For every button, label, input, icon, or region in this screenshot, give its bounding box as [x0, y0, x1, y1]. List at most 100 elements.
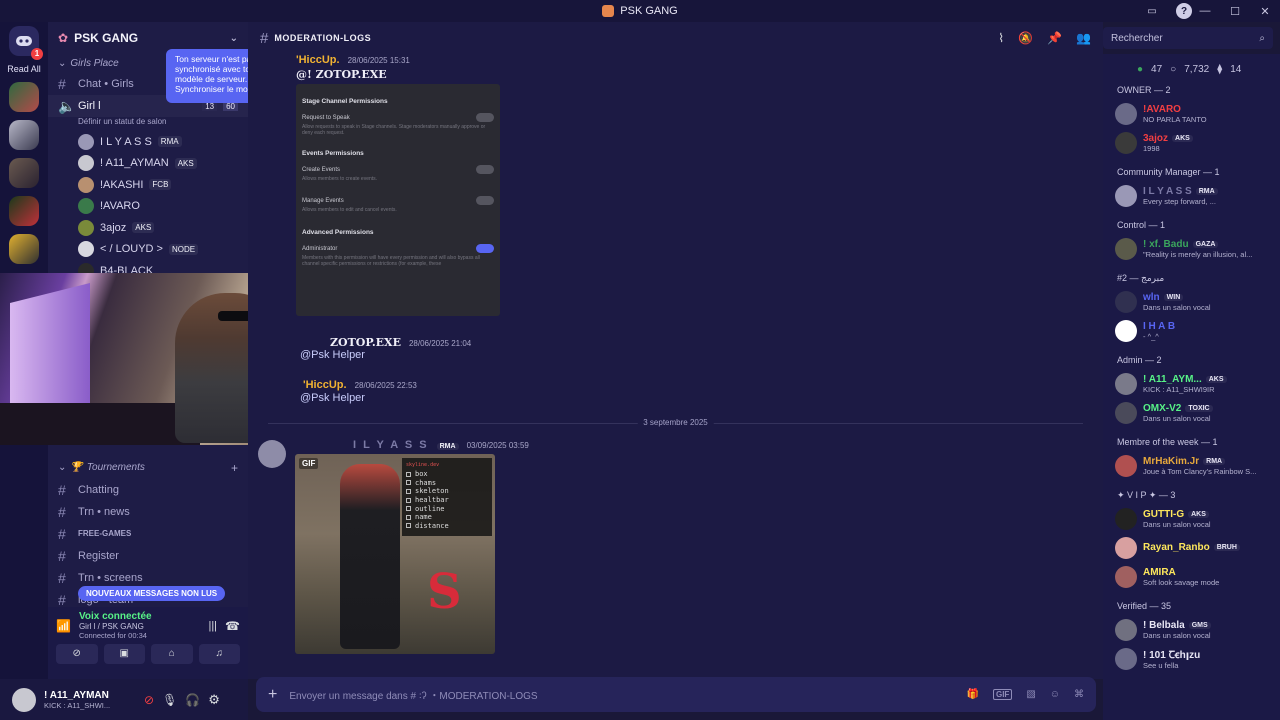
member-status: Joue à Tom Clancy's Rainbow S...	[1143, 466, 1257, 476]
attach-plus-icon[interactable]: +	[268, 686, 277, 704]
message[interactable]: I L Y A S S RMA 03/09/2025 03:59	[353, 439, 529, 451]
channel-register[interactable]: # Register	[48, 545, 248, 567]
server-icon-1[interactable]	[9, 82, 39, 112]
activities-button[interactable]: ⌂	[151, 644, 193, 664]
member-name: 3ajoz	[1143, 132, 1169, 144]
mention[interactable]: @Psk Helper	[300, 392, 365, 404]
gif-icon[interactable]: GIF	[992, 689, 1013, 700]
member-row[interactable]: I L Y A S S RMA Every step forward, ...	[1103, 181, 1280, 210]
pin-icon[interactable]: 📌	[1047, 31, 1062, 45]
message[interactable]: 'HiccUp. 28/06/2025 15:31	[296, 54, 410, 66]
sticker-icon[interactable]: ▧	[1026, 689, 1035, 700]
voice-member[interactable]: ! A11_AYMAN AKS	[48, 153, 248, 175]
member-tag: AKS	[1205, 375, 1227, 383]
threads-icon[interactable]: ⌇	[998, 31, 1004, 45]
mention[interactable]: @! ZOTOP.EXE	[296, 68, 387, 81]
category-tournements[interactable]: ⌄ 🏆 Tournements +	[48, 457, 248, 479]
member-list-icon[interactable]: 👥	[1076, 31, 1091, 45]
server-stats: ● 47 ○ 7,732 ⧫ 14	[1103, 54, 1280, 75]
screen-share-button[interactable]: ▣	[103, 644, 145, 664]
member-row[interactable]: wln WIN Dans un salon vocal	[1103, 287, 1280, 316]
chevron-down-icon: ⌄	[229, 32, 238, 44]
member-row[interactable]: 3ajoz AKS 1998	[1103, 128, 1280, 157]
member-row[interactable]: ! Belbala GMS Dans un salon vocal	[1103, 615, 1280, 644]
member-row[interactable]: I H A B- ^_^	[1103, 316, 1280, 345]
maximize-button[interactable]: ☐	[1220, 5, 1250, 18]
voice-channel-name[interactable]: Girl l / PSK GANG	[79, 622, 152, 631]
member-row[interactable]: OMX-V2 TOXIC Dans un salon vocal	[1103, 398, 1280, 427]
author-avatar[interactable]	[258, 440, 286, 468]
channel-trn-news[interactable]: # Trn • news	[48, 501, 248, 523]
member-row[interactable]: GUTTI-G AKS Dans un salon vocal	[1103, 504, 1280, 533]
avatar	[1115, 401, 1137, 424]
server-icon-3[interactable]	[9, 158, 39, 188]
server-icon-5[interactable]	[9, 234, 39, 264]
voice-member[interactable]: < / LOUYD > NODE	[48, 239, 248, 261]
home-button[interactable]: 1	[9, 26, 43, 60]
channel-chatting[interactable]: # Chatting	[48, 479, 248, 501]
disconnect-icon[interactable]: ☎	[225, 619, 240, 633]
member-row[interactable]: MrHaKim.Jr RMA Joue à Tom Clancy's Rainbow…	[1103, 451, 1280, 480]
member-status: Dans un salon vocal	[1143, 630, 1211, 640]
member-status: Soft look savage mode	[1143, 577, 1220, 587]
camera-off-button[interactable]: ⊘	[56, 644, 98, 664]
permission-row: Manage Events	[302, 196, 494, 205]
voice-member[interactable]: I L Y A S S RMA	[48, 131, 248, 153]
gift-icon[interactable]: 🎁	[967, 689, 979, 700]
mention[interactable]: @Psk Helper	[300, 349, 365, 361]
user-avatar[interactable]	[12, 687, 36, 712]
voice-status[interactable]: Voix connectée	[79, 611, 152, 622]
minimize-button[interactable]: —	[1190, 5, 1220, 17]
title-bar: PSK GANG ▭ ? — ☐ ✕	[0, 0, 1280, 22]
voice-member[interactable]: 3ajoz AKS	[48, 217, 248, 239]
apps-icon[interactable]: ⌘	[1074, 689, 1084, 700]
member-row[interactable]: AMIRA Soft look savage mode	[1103, 562, 1280, 591]
message-list: 'HiccUp. 28/06/2025 15:31 @! ZOTOP.EXE S…	[248, 54, 1103, 679]
channel-free-games[interactable]: # FREE-GAMES	[48, 523, 248, 545]
member-name: OMX-V2	[1143, 402, 1182, 414]
add-channel-icon[interactable]: +	[231, 461, 238, 475]
headphones-icon[interactable]: 🎧	[185, 693, 200, 707]
channel-status[interactable]: Définir un statut de salon	[48, 117, 248, 131]
message-author[interactable]: I L Y A S S	[353, 439, 429, 451]
member-row[interactable]: ! A11_AYM... AKS KICK : A11_SHWI9IR	[1103, 369, 1280, 398]
hash-icon: #	[58, 503, 66, 520]
member-status: Dans un salon vocal	[1143, 519, 1211, 529]
emoji-icon[interactable]: ☺	[1050, 689, 1060, 700]
soundboard-button[interactable]: ♫	[198, 644, 240, 664]
member-name: ! 101 Ꞇꞓhꞁzu	[1143, 650, 1201, 661]
read-all-button[interactable]: Read All	[0, 64, 48, 74]
avatar	[78, 198, 94, 215]
close-button[interactable]: ✕	[1250, 5, 1280, 18]
server-icon-2[interactable]	[9, 120, 39, 150]
member-tag: GMS	[1188, 621, 1211, 629]
member-row[interactable]: ! xf. Badu GAZA "Reality is merely an illu…	[1103, 234, 1280, 263]
message-author[interactable]: 'HiccUp.	[296, 54, 340, 66]
checkbox-icon	[406, 480, 411, 486]
member-row[interactable]: !AVARO NO PARLA TANTO	[1103, 99, 1280, 128]
noise-suppression-icon[interactable]: |||	[208, 620, 217, 632]
member-row[interactable]: ! 101 Ꞇꞓhꞁzu See u fella	[1103, 644, 1280, 673]
message[interactable]: 'HiccUp. 28/06/2025 22:53	[303, 379, 417, 391]
avatar	[1115, 618, 1137, 641]
message-author[interactable]: ZOTOP.EXE	[330, 336, 401, 349]
window-title: PSK GANG	[602, 5, 678, 17]
message-composer[interactable]: + Envoyer un message dans # ꞉ʔ ・MODERATI…	[256, 677, 1096, 712]
gif-attachment[interactable]: GIF skyline.dev box chams skeleton healt…	[295, 454, 495, 654]
microphone-icon[interactable]: 🎙	[162, 693, 177, 707]
voice-member[interactable]: !AVARO	[48, 196, 248, 218]
stream-off-icon[interactable]: ⊘	[144, 693, 154, 707]
inbox-icon[interactable]: ▭	[1144, 3, 1160, 19]
server-icon-4[interactable]	[9, 196, 39, 226]
permissions-screenshot[interactable]: Stage Channel Permissions Request to Spe…	[296, 84, 500, 316]
search-input[interactable]: Rechercher ⌕	[1103, 27, 1273, 49]
settings-gear-icon[interactable]: ⚙	[208, 692, 220, 708]
notification-bell-icon[interactable]: 🔕	[1018, 31, 1033, 45]
message-author[interactable]: 'HiccUp.	[303, 379, 347, 391]
hash-icon: #	[58, 547, 66, 564]
member-row[interactable]: Rayan_Ranbo BRUH	[1103, 533, 1280, 562]
message[interactable]: ZOTOP.EXE 28/06/2025 21:04	[330, 336, 471, 349]
member-name: I H A B	[1143, 320, 1176, 332]
voice-member[interactable]: !AKASHI FCB	[48, 174, 248, 196]
new-messages-button[interactable]: NOUVEAUX MESSAGES NON LUS	[78, 586, 226, 601]
